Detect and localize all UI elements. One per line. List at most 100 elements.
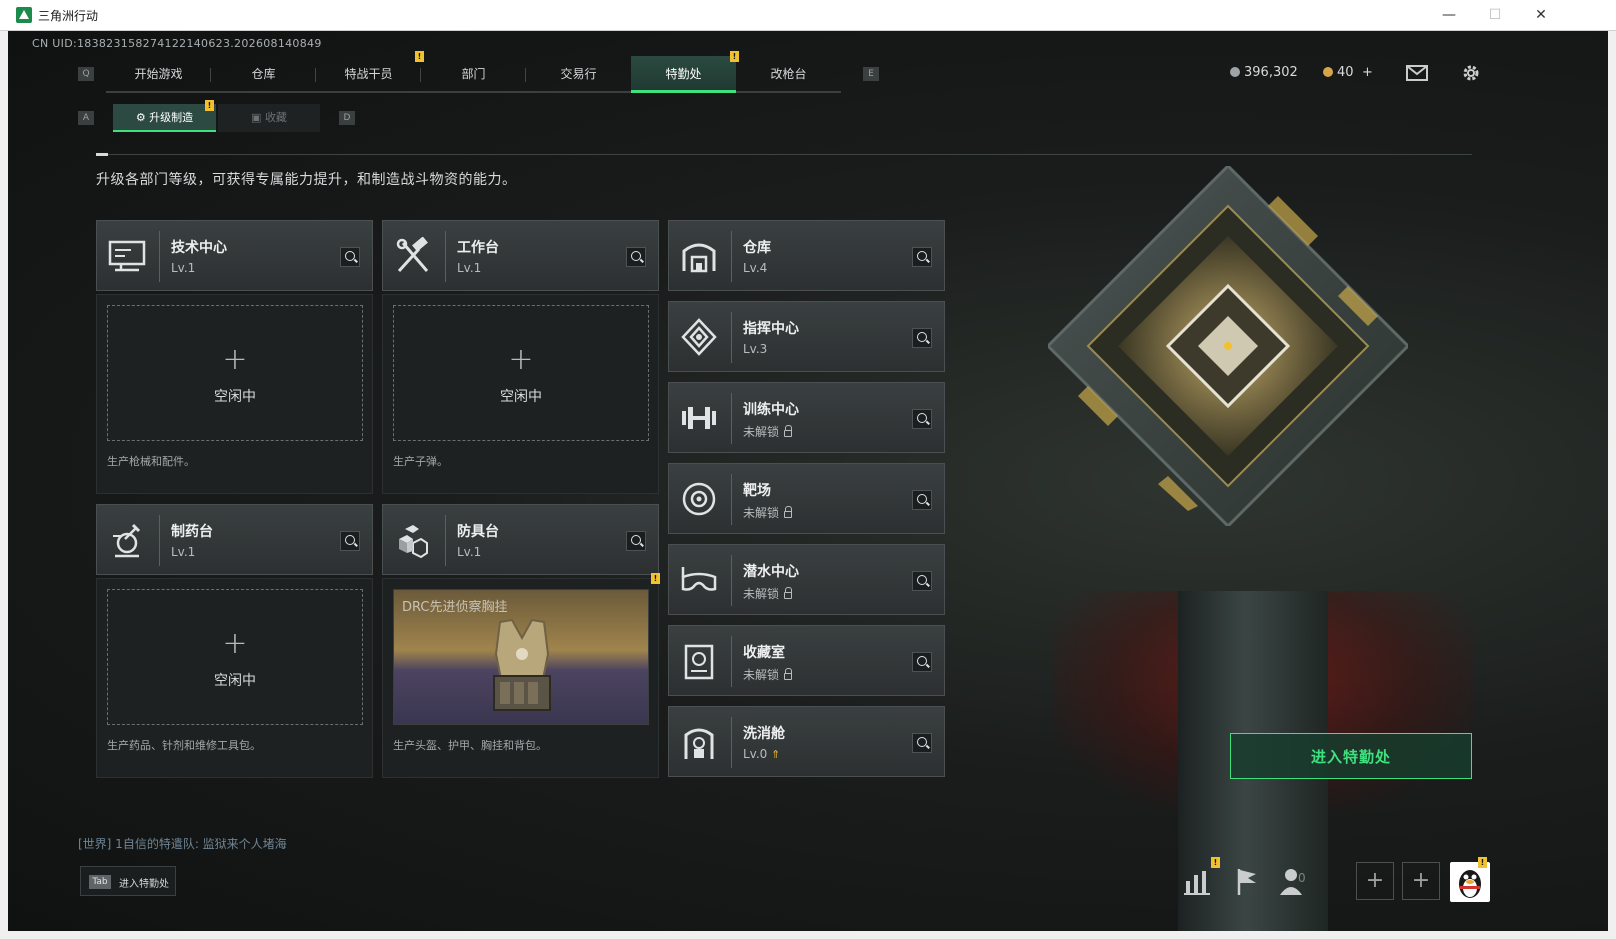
production-slot[interactable]: + 空闲中 xyxy=(393,305,649,441)
lock-icon xyxy=(784,506,793,518)
tab-gunsmith[interactable]: 改枪台 xyxy=(736,56,841,93)
production-slot[interactable]: + 空闲中 xyxy=(107,305,363,441)
nav-next-key[interactable]: E xyxy=(863,67,879,81)
flag-icon[interactable] xyxy=(1230,863,1264,899)
tab-market[interactable]: 交易行 xyxy=(526,56,631,93)
nav-prev-key[interactable]: Q xyxy=(78,67,94,81)
target-icon xyxy=(682,482,716,516)
pharmacy-card[interactable]: 制药台 Lv.1 xyxy=(96,504,373,575)
tech-center-production: + 空闲中 生产枪械和配件。 xyxy=(96,294,373,494)
card-separator xyxy=(731,474,732,525)
chest-rig-image xyxy=(493,618,551,711)
department-command-center[interactable]: 指挥中心 Lv.3 xyxy=(668,301,945,372)
tab-departments[interactable]: 部门 xyxy=(421,56,526,93)
production-item-slot[interactable]: DRC先进侦察胸挂 xyxy=(393,589,649,725)
inspect-search-icon[interactable] xyxy=(912,409,932,429)
card-title: 工作台 xyxy=(457,240,499,256)
inspect-search-icon[interactable] xyxy=(340,531,360,551)
card-title: 洗消舱 xyxy=(743,726,785,742)
slot-status: 空闲中 xyxy=(500,389,542,405)
tab-special-ops[interactable]: 特勤处 xyxy=(631,56,736,93)
card-level: Lv.1 xyxy=(171,545,196,559)
silver-currency: 396,302 xyxy=(1230,65,1298,80)
card-separator xyxy=(731,636,732,687)
inspect-search-icon[interactable] xyxy=(626,247,646,267)
tech-center-card[interactable]: 技术中心 Lv.1 xyxy=(96,220,373,291)
item-name: DRC先进侦察胸挂 xyxy=(402,600,508,615)
department-collection-room[interactable]: 收藏室 未解锁 xyxy=(668,625,945,696)
mail-icon[interactable] xyxy=(1406,65,1428,81)
subnav-prev-key[interactable]: A xyxy=(78,111,94,125)
card-separator xyxy=(731,555,732,606)
card-title: 仓库 xyxy=(743,240,771,256)
lock-icon xyxy=(784,425,793,437)
card-separator xyxy=(159,515,160,566)
card-level: Lv.1 xyxy=(457,545,482,559)
divider-mark xyxy=(96,153,108,156)
card-separator xyxy=(731,231,732,282)
tools-icon xyxy=(396,237,429,273)
inspect-search-icon[interactable] xyxy=(912,328,932,348)
card-title: 潜水中心 xyxy=(743,564,799,580)
production-slot[interactable]: + 空闲中 xyxy=(107,589,363,725)
maximize-button[interactable]: ☐ xyxy=(1472,0,1518,31)
settings-gear-icon[interactable] xyxy=(1460,62,1482,84)
subtab-collection[interactable]: ▣ 收藏 xyxy=(218,104,320,132)
inspect-search-icon[interactable] xyxy=(340,247,360,267)
card-title: 收藏室 xyxy=(743,645,785,661)
armor-bench-card[interactable]: 防具台 Lv.1 xyxy=(382,504,659,575)
card-status: 未解锁 xyxy=(743,585,793,602)
card-title: 制药台 xyxy=(171,524,213,540)
department-decon-chamber[interactable]: 洗消舱 Lv.0 ⇑ xyxy=(668,706,945,777)
inspect-search-icon[interactable] xyxy=(912,490,932,510)
stats-chart-icon[interactable] xyxy=(1180,863,1214,899)
department-shooting-range[interactable]: 靶场 未解锁 xyxy=(668,463,945,534)
add-slot-button[interactable]: + xyxy=(1356,862,1394,900)
card-separator xyxy=(159,231,160,282)
production-caption: 生产药品、针剂和维修工具包。 xyxy=(107,739,261,752)
card-status: 未解锁 xyxy=(743,504,793,521)
tab-warehouse[interactable]: 仓库 xyxy=(211,56,316,93)
slot-status: 空闲中 xyxy=(214,673,256,689)
inspect-search-icon[interactable] xyxy=(912,571,932,591)
production-caption: 生产子弹。 xyxy=(393,455,448,468)
gold-currency: 40 xyxy=(1323,65,1354,80)
subtab-upgrade-craft[interactable]: ⚙ 升级制造 xyxy=(113,104,216,132)
card-title: 指挥中心 xyxy=(743,321,799,337)
avatar-alert-badge: ! xyxy=(1478,857,1487,868)
subnav-next-key[interactable]: D xyxy=(339,111,355,125)
window-titlebar: 三角洲行动 — ☐ ✕ xyxy=(0,0,1616,31)
qq-avatar[interactable] xyxy=(1450,862,1490,902)
inspect-search-icon[interactable] xyxy=(912,247,932,267)
inspect-search-icon[interactable] xyxy=(626,531,646,551)
tab-operators[interactable]: 特战干员 xyxy=(316,56,421,93)
tab-start-game[interactable]: 开始游戏 xyxy=(106,56,211,93)
add-gold-button[interactable]: + xyxy=(1362,65,1373,80)
department-warehouse[interactable]: 仓库 Lv.4 xyxy=(668,220,945,291)
add-icon: + xyxy=(508,342,534,377)
card-status: 未解锁 xyxy=(743,666,793,683)
inspect-search-icon[interactable] xyxy=(912,733,932,753)
department-diving-center[interactable]: 潜水中心 未解锁 xyxy=(668,544,945,615)
warehouse-icon xyxy=(682,243,716,273)
minimize-button[interactable]: — xyxy=(1426,0,1472,31)
penguin-icon xyxy=(1459,870,1481,898)
inspect-search-icon[interactable] xyxy=(912,652,932,672)
add-slot-button[interactable]: + xyxy=(1402,862,1440,900)
collection-icon xyxy=(684,644,714,680)
card-separator xyxy=(731,393,732,444)
card-status: Lv.0 ⇑ xyxy=(743,747,781,761)
world-chat-message[interactable]: [世界] 1自信的特遣队: 监狱来个人堵海 xyxy=(78,835,287,852)
operators-alert-badge: ! xyxy=(415,51,424,62)
enter-hint-button[interactable]: Tab 进入特勤处 xyxy=(80,866,176,896)
close-button[interactable]: ✕ xyxy=(1518,0,1564,31)
tab-key-badge: Tab xyxy=(89,875,111,889)
workbench-card[interactable]: 工作台 Lv.1 xyxy=(382,220,659,291)
content-divider xyxy=(96,154,1472,155)
enter-special-ops-button[interactable]: 进入特勤处 xyxy=(1230,733,1472,779)
upgrade-alert-badge: ! xyxy=(205,100,214,111)
dumbbell-icon xyxy=(682,407,716,429)
player-uid: CN UID:1838231582741221406​23.2026081408… xyxy=(32,37,322,50)
department-training-center[interactable]: 训练中心 未解锁 xyxy=(668,382,945,453)
computer-icon xyxy=(108,240,146,272)
